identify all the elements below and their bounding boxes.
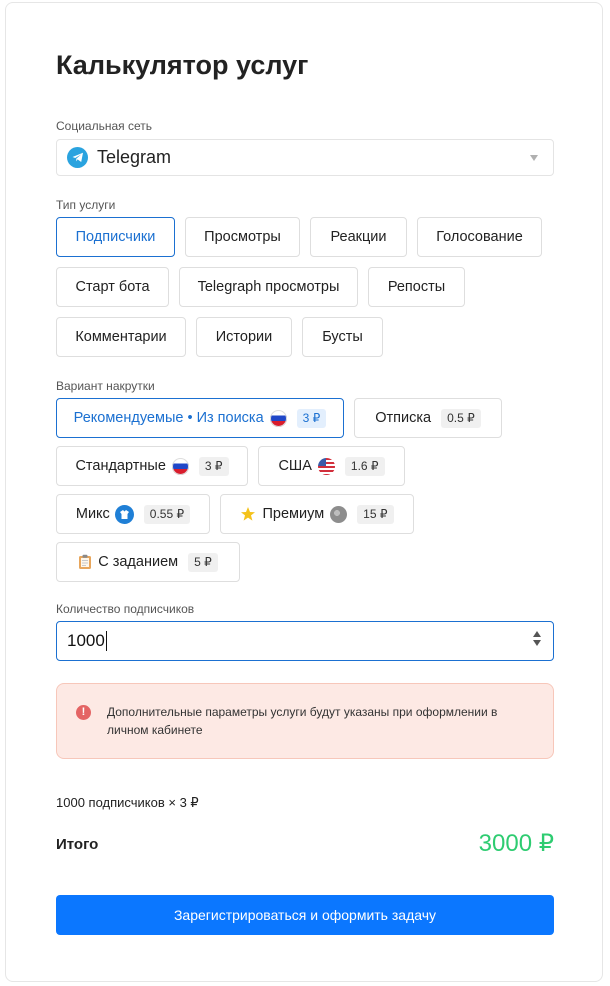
chip-label: Отписка [375, 410, 432, 426]
price-badge: 0.5 ₽ [441, 408, 481, 428]
chip-label: Реакции [330, 229, 387, 245]
service-chip-comments[interactable]: Комментарии [56, 317, 186, 357]
chevron-down-icon [530, 155, 538, 161]
variant-chip-standard[interactable]: Стандартные 3 ₽ [56, 446, 248, 486]
price-badge: 3 ₽ [198, 456, 229, 476]
service-chip-subscribers[interactable]: Подписчики [56, 217, 175, 257]
social-network-value: Telegram [97, 147, 172, 167]
variant-chip-usa[interactable]: США 1.6 ₽ [258, 446, 405, 486]
quantity-value: 1000 [67, 631, 105, 650]
info-alert: ! Дополнительные параметры услуги будут … [56, 683, 554, 759]
chip-label: С заданием [98, 554, 179, 570]
variant-chip-premium[interactable]: Премиум 15 ₽ [220, 494, 414, 534]
mix-icon [114, 504, 134, 524]
service-chip-voting[interactable]: Голосование [417, 217, 542, 257]
variant-chip-recommended[interactable]: Рекомендуемые • Из поиска 3 ₽ [56, 398, 344, 438]
chip-label: Старт бота [75, 279, 150, 295]
variant-label: Вариант накрутки [56, 379, 155, 393]
page-title: Калькулятор услуг [56, 50, 309, 80]
chip-label: Telegraph просмотры [197, 279, 340, 295]
alert-text: Дополнительные параметры услуги будут ук… [107, 705, 498, 737]
social-network-label: Социальная сеть [56, 119, 152, 133]
chip-label: Просмотры [204, 229, 281, 245]
chip-label: Комментарии [75, 329, 167, 345]
variant-chip-unsubscribe[interactable]: Отписка 0.5 ₽ [354, 398, 502, 438]
price-badge: 15 ₽ [357, 504, 394, 524]
service-chip-boosts[interactable]: Бусты [302, 317, 383, 357]
usa-flag-icon [317, 457, 335, 475]
chip-label: Бусты [322, 329, 363, 345]
clipboard-icon [78, 554, 92, 570]
chip-label: США [278, 458, 312, 474]
russia-flag-icon [171, 457, 189, 475]
price-badge: 1.6 ₽ [344, 456, 385, 476]
register-submit-button[interactable]: Зарегистрироваться и оформить задачу [56, 895, 554, 935]
service-chip-reactions[interactable]: Реакции [310, 217, 407, 257]
chip-label: Голосование [436, 229, 523, 245]
quantity-input[interactable]: 1000 [56, 621, 554, 661]
variant-chip-mix[interactable]: Микс 0.55 ₽ [56, 494, 210, 534]
price-formula: 1000 подписчиков × 3 ₽ [56, 795, 199, 810]
total-label: Итого [56, 836, 99, 853]
price-badge: 3 ₽ [296, 408, 327, 428]
price-badge: 0.55 ₽ [143, 504, 191, 524]
chip-label: Премиум [262, 506, 325, 522]
service-chip-telegraph-views[interactable]: Telegraph просмотры [179, 267, 358, 307]
chip-label: Репосты [387, 279, 446, 295]
service-chip-bot-start[interactable]: Старт бота [56, 267, 169, 307]
variant-chip-with-task[interactable]: С заданием 5 ₽ [56, 542, 240, 582]
chip-label: Истории [215, 329, 273, 345]
chip-label: Подписчики [75, 229, 156, 245]
service-chip-reposts[interactable]: Репосты [368, 267, 465, 307]
price-badge: 5 ₽ [188, 552, 218, 572]
chip-label: Стандартные [75, 458, 166, 474]
globe-icon [330, 505, 348, 523]
arrow-down-icon[interactable] [533, 640, 541, 646]
total-value: 3000 ₽ [478, 830, 554, 857]
russia-flag-icon [269, 409, 287, 427]
info-icon: ! [76, 705, 91, 720]
star-icon [240, 506, 256, 522]
quantity-label: Количество подписчиков [56, 602, 195, 616]
telegram-icon [67, 147, 88, 168]
social-network-select[interactable]: Telegram [56, 139, 554, 176]
text-cursor [105, 631, 107, 651]
service-chip-views[interactable]: Просмотры [185, 217, 300, 257]
chip-label: Рекомендуемые • Из поиска [73, 410, 264, 426]
service-chip-stories[interactable]: Истории [196, 317, 292, 357]
arrow-up-icon[interactable] [533, 631, 541, 637]
service-type-label: Тип услуги [56, 198, 116, 212]
quantity-stepper[interactable] [533, 631, 541, 646]
chip-label: Микс [75, 506, 110, 522]
